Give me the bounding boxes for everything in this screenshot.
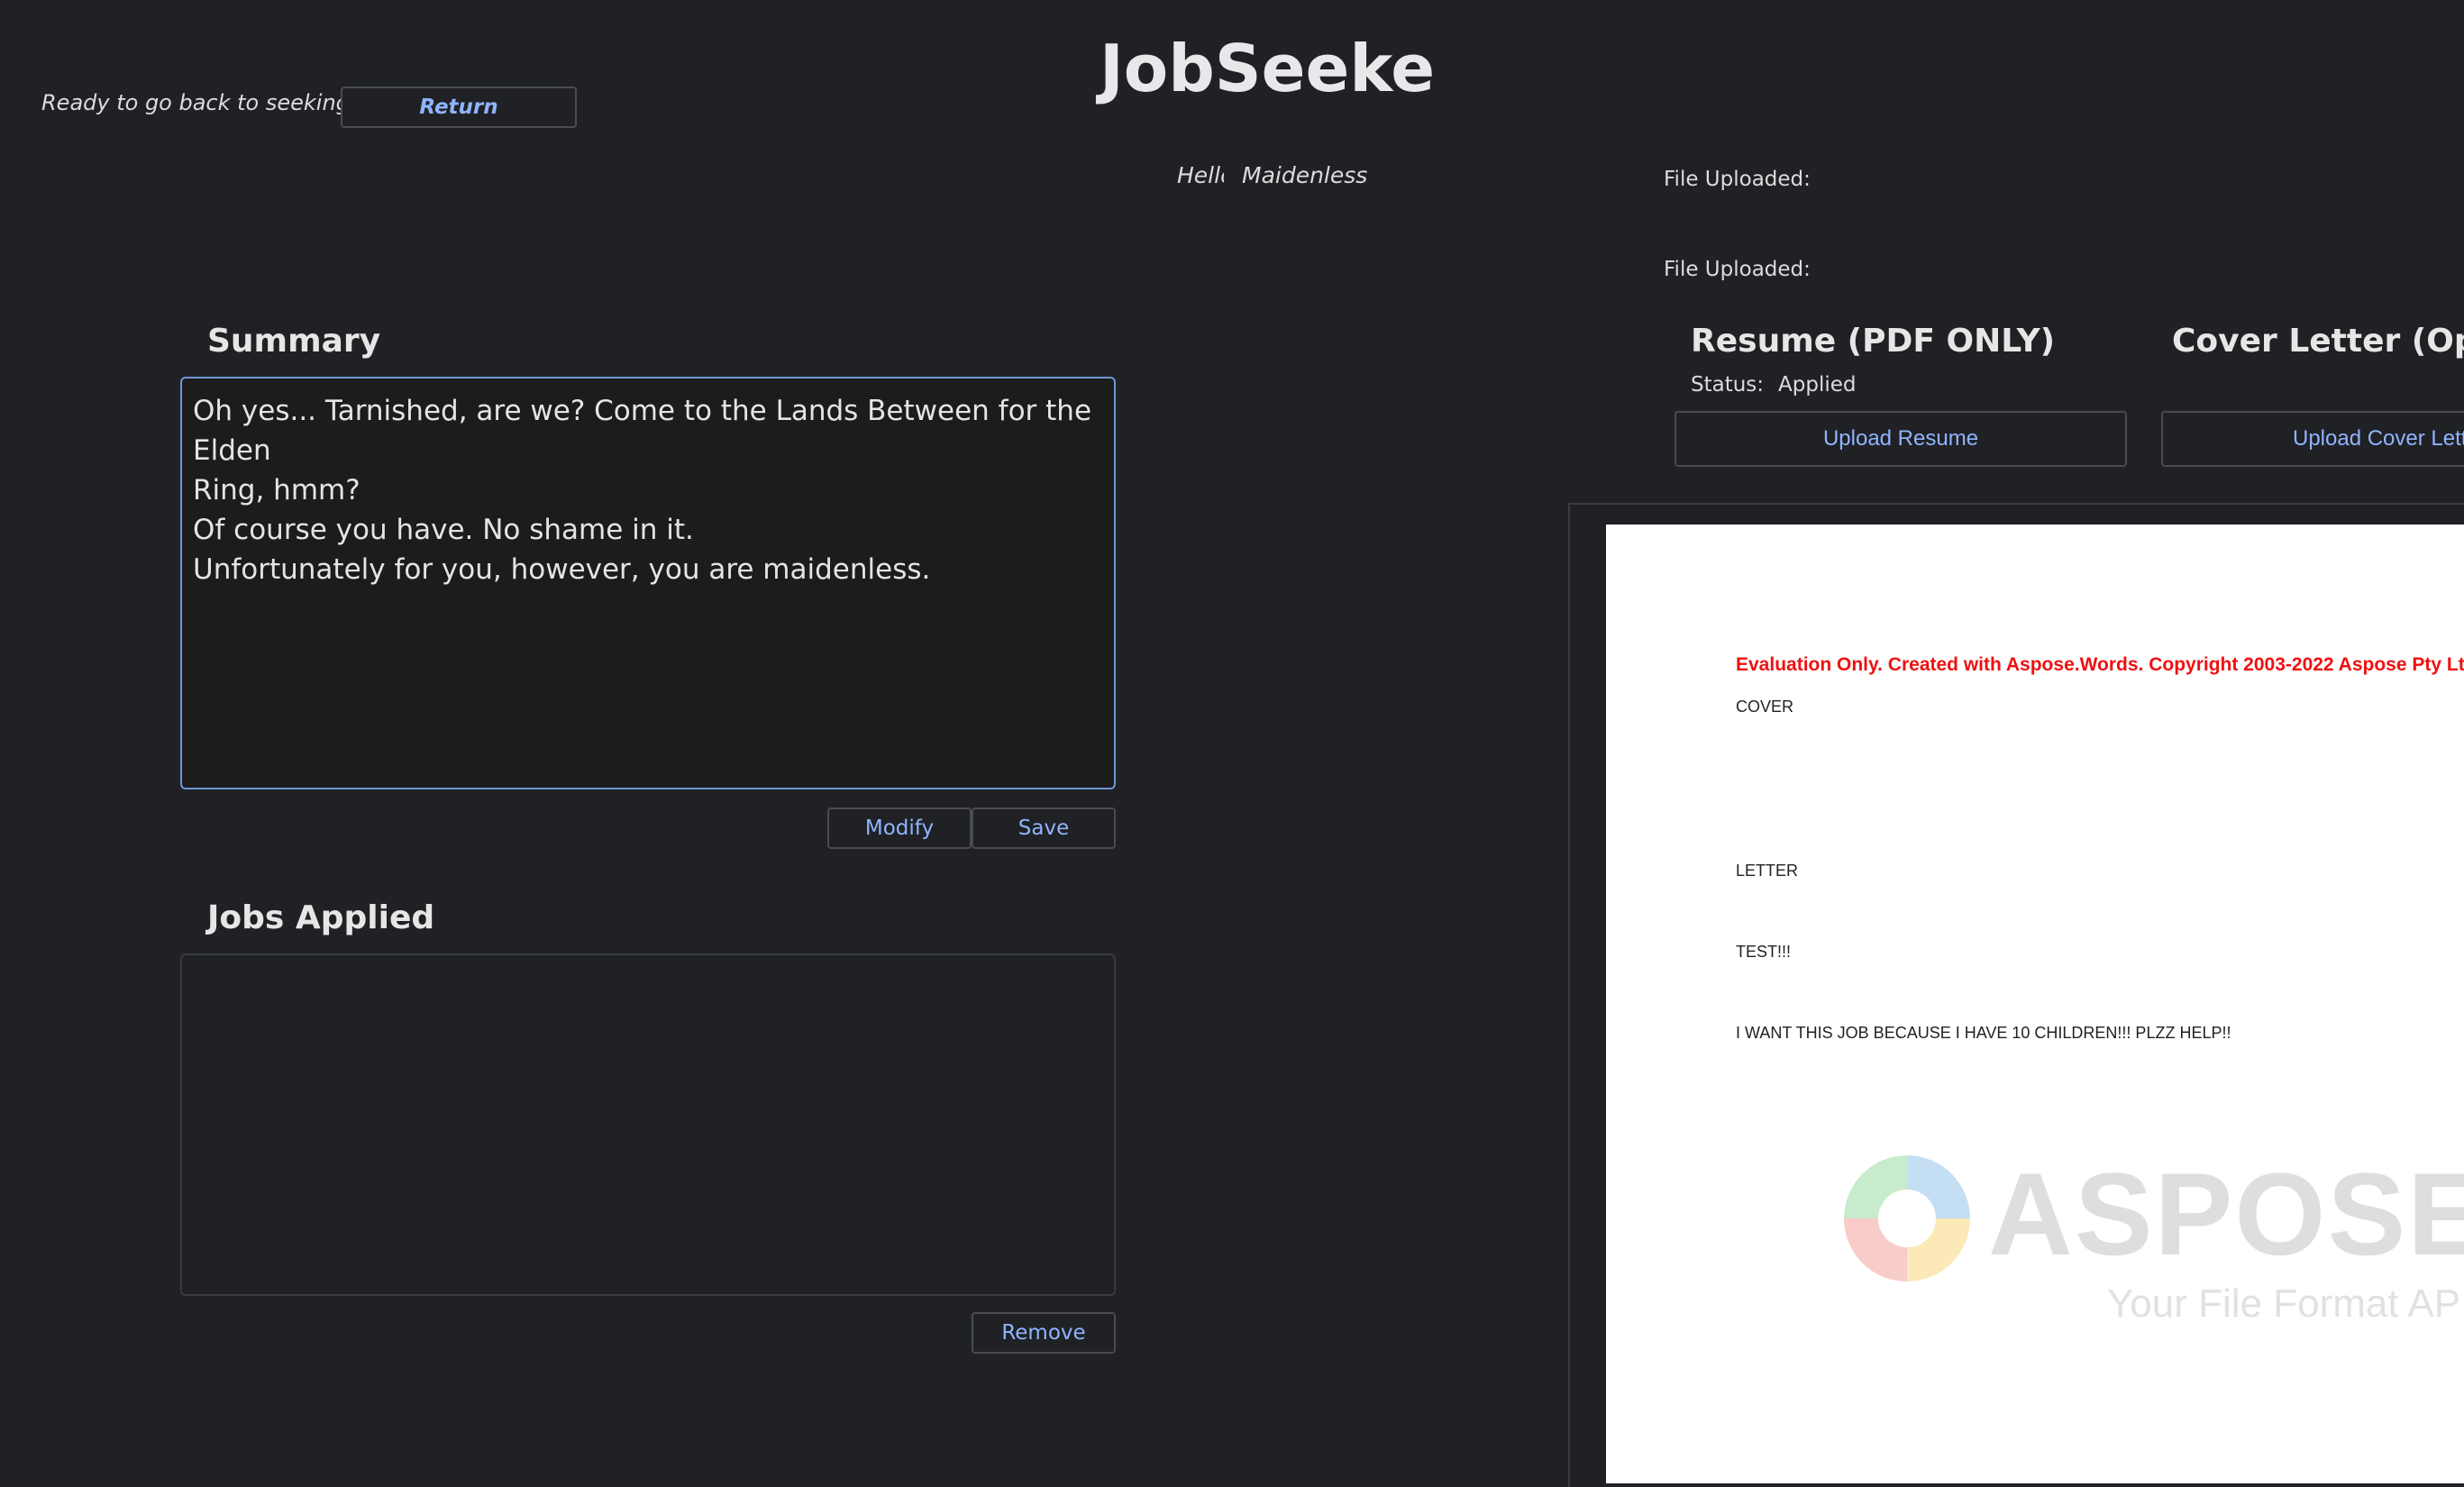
document-page: Evaluation Only. Created with Aspose.Wor… bbox=[1606, 525, 2464, 1483]
page: JobSeeke Ready to go back to seeking? Re… bbox=[0, 0, 2464, 1487]
document-line: COVER bbox=[1736, 698, 1794, 716]
document-line: TEST!!! bbox=[1736, 943, 1792, 961]
summary-line: Unfortunately for you, however, you are … bbox=[193, 553, 931, 586]
greeting-username: Maidenless bbox=[1242, 162, 1368, 188]
summary-textarea[interactable]: Oh yes... Tarnished, are we? Come to the… bbox=[180, 377, 1116, 789]
aspose-logo-icon bbox=[1844, 1155, 1970, 1282]
upload-resume-button[interactable]: Upload Resume bbox=[1675, 411, 2127, 467]
aspose-wordmark: ASPOSE bbox=[1988, 1148, 2464, 1280]
save-button[interactable]: Save bbox=[972, 807, 1116, 849]
upload-cover-letter-button[interactable]: Upload Cover Letter bbox=[2161, 411, 2464, 467]
summary-line: Oh yes... Tarnished, are we? Come to the… bbox=[193, 395, 1092, 467]
summary-heading: Summary bbox=[207, 323, 381, 360]
document-line: LETTER bbox=[1736, 862, 1799, 880]
jobs-applied-list[interactable] bbox=[180, 953, 1116, 1296]
remove-button[interactable]: Remove bbox=[972, 1312, 1116, 1354]
summary-line: Of course you have. No shame in it. bbox=[193, 514, 694, 546]
resume-file-uploaded-label: File Uploaded: bbox=[1664, 168, 1811, 191]
return-button[interactable]: Return bbox=[341, 87, 577, 128]
resume-status: Status: Applied bbox=[1691, 373, 1857, 397]
jobs-applied-heading: Jobs Applied bbox=[207, 899, 435, 936]
greeting-hello: Hello bbox=[1177, 162, 1224, 188]
cover-file-uploaded-label: File Uploaded: bbox=[1664, 258, 1811, 281]
status-value: Applied bbox=[1778, 373, 1857, 397]
aspose-tagline: Your File Format APIs bbox=[2107, 1282, 2464, 1326]
return-prompt: Ready to go back to seeking? bbox=[41, 90, 361, 115]
app-title: JobSeeke bbox=[1100, 31, 1436, 106]
document-line: I WANT THIS JOB BECAUSE I HAVE 10 CHILDR… bbox=[1736, 1024, 2231, 1042]
summary-line: Ring, hmm? bbox=[193, 474, 360, 506]
evaluation-notice: Evaluation Only. Created with Aspose.Wor… bbox=[1736, 654, 2464, 675]
cover-letter-heading: Cover Letter (Optional) bbox=[2172, 323, 2464, 360]
resume-heading: Resume (PDF ONLY) bbox=[1691, 323, 2056, 360]
status-label: Status: bbox=[1691, 373, 1765, 397]
modify-button[interactable]: Modify bbox=[827, 807, 972, 849]
